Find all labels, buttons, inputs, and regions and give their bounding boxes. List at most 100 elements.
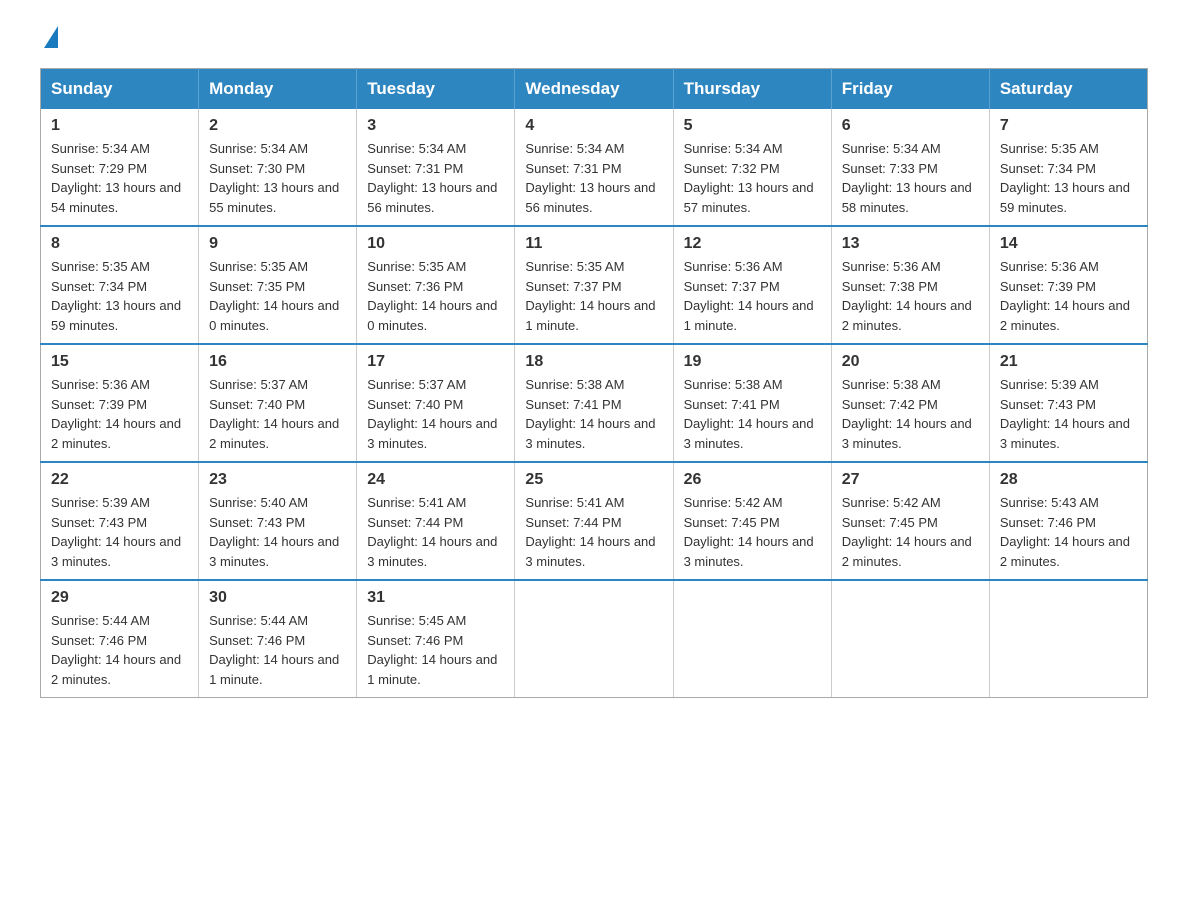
day-info: Sunrise: 5:34 AMSunset: 7:29 PMDaylight:… [51,141,181,215]
day-number: 13 [842,235,979,253]
calendar-cell: 9 Sunrise: 5:35 AMSunset: 7:35 PMDayligh… [199,226,357,344]
header-sunday: Sunday [41,69,199,110]
calendar-cell: 1 Sunrise: 5:34 AMSunset: 7:29 PMDayligh… [41,109,199,226]
day-info: Sunrise: 5:35 AMSunset: 7:34 PMDaylight:… [1000,141,1130,215]
calendar-cell: 2 Sunrise: 5:34 AMSunset: 7:30 PMDayligh… [199,109,357,226]
day-info: Sunrise: 5:37 AMSunset: 7:40 PMDaylight:… [209,377,339,451]
day-info: Sunrise: 5:44 AMSunset: 7:46 PMDaylight:… [209,613,339,687]
day-info: Sunrise: 5:35 AMSunset: 7:34 PMDaylight:… [51,259,181,333]
day-number: 3 [367,117,504,135]
day-number: 24 [367,471,504,489]
calendar-cell: 7 Sunrise: 5:35 AMSunset: 7:34 PMDayligh… [989,109,1147,226]
calendar-cell [831,580,989,698]
calendar-cell: 27 Sunrise: 5:42 AMSunset: 7:45 PMDaylig… [831,462,989,580]
calendar-cell: 18 Sunrise: 5:38 AMSunset: 7:41 PMDaylig… [515,344,673,462]
day-number: 20 [842,353,979,371]
day-number: 22 [51,471,188,489]
header-wednesday: Wednesday [515,69,673,110]
calendar-cell [673,580,831,698]
day-info: Sunrise: 5:35 AMSunset: 7:35 PMDaylight:… [209,259,339,333]
calendar-cell: 11 Sunrise: 5:35 AMSunset: 7:37 PMDaylig… [515,226,673,344]
header-tuesday: Tuesday [357,69,515,110]
header-thursday: Thursday [673,69,831,110]
day-number: 29 [51,589,188,607]
day-number: 28 [1000,471,1137,489]
day-number: 6 [842,117,979,135]
day-number: 11 [525,235,662,253]
calendar-cell: 23 Sunrise: 5:40 AMSunset: 7:43 PMDaylig… [199,462,357,580]
day-number: 31 [367,589,504,607]
day-info: Sunrise: 5:39 AMSunset: 7:43 PMDaylight:… [1000,377,1130,451]
calendar-week-row: 22 Sunrise: 5:39 AMSunset: 7:43 PMDaylig… [41,462,1148,580]
calendar-cell: 20 Sunrise: 5:38 AMSunset: 7:42 PMDaylig… [831,344,989,462]
calendar-cell: 3 Sunrise: 5:34 AMSunset: 7:31 PMDayligh… [357,109,515,226]
calendar-header-row: SundayMondayTuesdayWednesdayThursdayFrid… [41,69,1148,110]
day-info: Sunrise: 5:36 AMSunset: 7:39 PMDaylight:… [51,377,181,451]
calendar-cell: 15 Sunrise: 5:36 AMSunset: 7:39 PMDaylig… [41,344,199,462]
day-number: 21 [1000,353,1137,371]
day-number: 23 [209,471,346,489]
day-info: Sunrise: 5:36 AMSunset: 7:39 PMDaylight:… [1000,259,1130,333]
calendar-cell: 16 Sunrise: 5:37 AMSunset: 7:40 PMDaylig… [199,344,357,462]
day-number: 14 [1000,235,1137,253]
calendar-cell: 28 Sunrise: 5:43 AMSunset: 7:46 PMDaylig… [989,462,1147,580]
calendar-cell [515,580,673,698]
day-number: 25 [525,471,662,489]
day-number: 27 [842,471,979,489]
day-info: Sunrise: 5:34 AMSunset: 7:33 PMDaylight:… [842,141,972,215]
day-info: Sunrise: 5:39 AMSunset: 7:43 PMDaylight:… [51,495,181,569]
day-number: 5 [684,117,821,135]
day-number: 16 [209,353,346,371]
day-number: 26 [684,471,821,489]
calendar-cell: 31 Sunrise: 5:45 AMSunset: 7:46 PMDaylig… [357,580,515,698]
logo-triangle-icon [44,26,58,48]
calendar-cell: 6 Sunrise: 5:34 AMSunset: 7:33 PMDayligh… [831,109,989,226]
calendar-cell: 4 Sunrise: 5:34 AMSunset: 7:31 PMDayligh… [515,109,673,226]
day-info: Sunrise: 5:34 AMSunset: 7:30 PMDaylight:… [209,141,339,215]
day-info: Sunrise: 5:40 AMSunset: 7:43 PMDaylight:… [209,495,339,569]
calendar-week-row: 1 Sunrise: 5:34 AMSunset: 7:29 PMDayligh… [41,109,1148,226]
day-number: 9 [209,235,346,253]
day-info: Sunrise: 5:38 AMSunset: 7:41 PMDaylight:… [684,377,814,451]
day-info: Sunrise: 5:41 AMSunset: 7:44 PMDaylight:… [525,495,655,569]
day-number: 12 [684,235,821,253]
day-number: 8 [51,235,188,253]
calendar-cell: 10 Sunrise: 5:35 AMSunset: 7:36 PMDaylig… [357,226,515,344]
day-info: Sunrise: 5:38 AMSunset: 7:41 PMDaylight:… [525,377,655,451]
calendar-cell: 8 Sunrise: 5:35 AMSunset: 7:34 PMDayligh… [41,226,199,344]
calendar-cell: 29 Sunrise: 5:44 AMSunset: 7:46 PMDaylig… [41,580,199,698]
calendar-cell: 17 Sunrise: 5:37 AMSunset: 7:40 PMDaylig… [357,344,515,462]
calendar-week-row: 8 Sunrise: 5:35 AMSunset: 7:34 PMDayligh… [41,226,1148,344]
day-info: Sunrise: 5:43 AMSunset: 7:46 PMDaylight:… [1000,495,1130,569]
day-info: Sunrise: 5:42 AMSunset: 7:45 PMDaylight:… [684,495,814,569]
calendar-cell: 22 Sunrise: 5:39 AMSunset: 7:43 PMDaylig… [41,462,199,580]
day-info: Sunrise: 5:36 AMSunset: 7:37 PMDaylight:… [684,259,814,333]
calendar-cell: 12 Sunrise: 5:36 AMSunset: 7:37 PMDaylig… [673,226,831,344]
day-number: 17 [367,353,504,371]
calendar-table: SundayMondayTuesdayWednesdayThursdayFrid… [40,68,1148,698]
day-info: Sunrise: 5:37 AMSunset: 7:40 PMDaylight:… [367,377,497,451]
calendar-cell [989,580,1147,698]
calendar-cell: 30 Sunrise: 5:44 AMSunset: 7:46 PMDaylig… [199,580,357,698]
day-info: Sunrise: 5:41 AMSunset: 7:44 PMDaylight:… [367,495,497,569]
calendar-cell: 24 Sunrise: 5:41 AMSunset: 7:44 PMDaylig… [357,462,515,580]
day-info: Sunrise: 5:42 AMSunset: 7:45 PMDaylight:… [842,495,972,569]
day-number: 4 [525,117,662,135]
day-number: 15 [51,353,188,371]
calendar-cell: 5 Sunrise: 5:34 AMSunset: 7:32 PMDayligh… [673,109,831,226]
calendar-cell: 26 Sunrise: 5:42 AMSunset: 7:45 PMDaylig… [673,462,831,580]
calendar-cell: 19 Sunrise: 5:38 AMSunset: 7:41 PMDaylig… [673,344,831,462]
day-info: Sunrise: 5:35 AMSunset: 7:36 PMDaylight:… [367,259,497,333]
day-info: Sunrise: 5:38 AMSunset: 7:42 PMDaylight:… [842,377,972,451]
header-area [40,30,1148,48]
calendar-cell: 14 Sunrise: 5:36 AMSunset: 7:39 PMDaylig… [989,226,1147,344]
calendar-week-row: 15 Sunrise: 5:36 AMSunset: 7:39 PMDaylig… [41,344,1148,462]
day-info: Sunrise: 5:34 AMSunset: 7:31 PMDaylight:… [525,141,655,215]
day-info: Sunrise: 5:34 AMSunset: 7:31 PMDaylight:… [367,141,497,215]
day-number: 30 [209,589,346,607]
day-number: 7 [1000,117,1137,135]
day-info: Sunrise: 5:35 AMSunset: 7:37 PMDaylight:… [525,259,655,333]
calendar-cell: 21 Sunrise: 5:39 AMSunset: 7:43 PMDaylig… [989,344,1147,462]
day-number: 18 [525,353,662,371]
header-saturday: Saturday [989,69,1147,110]
